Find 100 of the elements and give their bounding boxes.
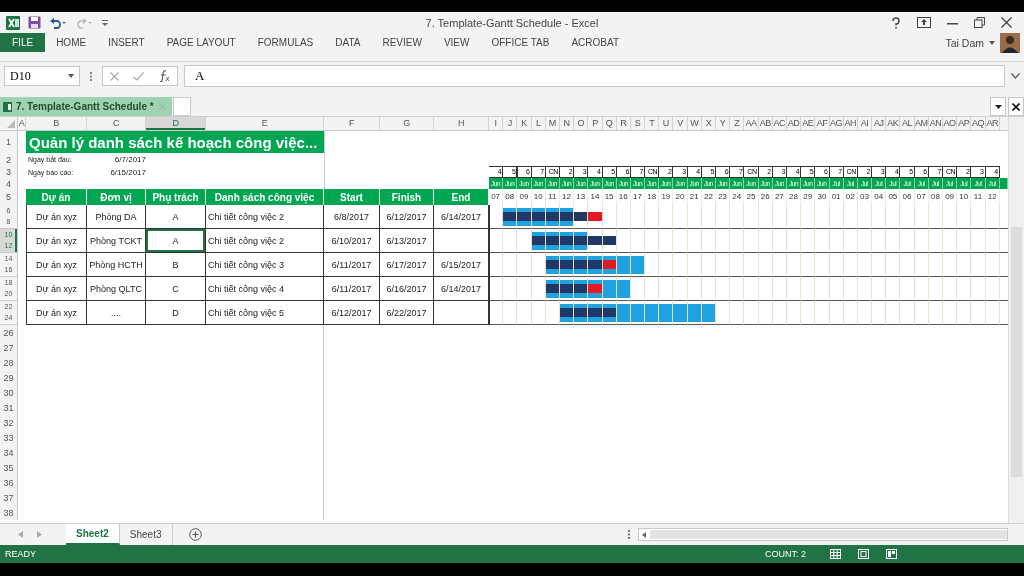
- column-header[interactable]: V: [673, 117, 688, 130]
- row-header[interactable]: 33: [0, 430, 18, 445]
- row-header[interactable]: 31: [0, 400, 18, 415]
- date-cell[interactable]: 6/22/2017: [380, 301, 434, 325]
- help-icon[interactable]: [891, 16, 901, 29]
- row-header[interactable]: 36: [0, 475, 18, 490]
- close-icon[interactable]: [1001, 17, 1012, 28]
- column-header[interactable]: AA: [744, 117, 759, 130]
- column-header[interactable]: AD: [786, 117, 802, 130]
- owner-cell[interactable]: A: [146, 229, 206, 253]
- column-header[interactable]: AM: [914, 117, 929, 130]
- column-header[interactable]: B: [26, 117, 87, 130]
- date-cell[interactable]: 6/12/2017: [380, 205, 434, 229]
- check-icon[interactable]: [133, 71, 145, 81]
- expand-icon[interactable]: [1011, 73, 1020, 79]
- row-header[interactable]: 28: [0, 355, 18, 370]
- ribbon-tab[interactable]: ACROBAT: [560, 33, 631, 52]
- column-header[interactable]: L: [531, 117, 546, 130]
- ribbon-tab[interactable]: REVIEW: [371, 33, 433, 52]
- column-header[interactable]: AN: [928, 117, 943, 130]
- column-header[interactable]: G: [380, 117, 434, 130]
- row-header[interactable]: 3: [0, 166, 18, 178]
- row-header[interactable]: 34: [0, 445, 18, 460]
- column-header[interactable]: AG: [829, 117, 844, 130]
- column-header[interactable]: R: [616, 117, 631, 130]
- user-name[interactable]: Tai Dam: [945, 36, 984, 49]
- column-header[interactable]: O: [574, 117, 589, 130]
- column-header[interactable]: J: [503, 117, 518, 130]
- column-header[interactable]: D: [146, 117, 206, 130]
- row-header[interactable]: 2: [0, 153, 18, 166]
- column-header[interactable]: AO: [943, 117, 958, 130]
- caret-icon[interactable]: [68, 74, 74, 78]
- row-header[interactable]: 26: [0, 325, 18, 340]
- owner-cell[interactable]: A: [146, 205, 206, 229]
- column-header[interactable]: Q: [602, 117, 617, 130]
- column-header[interactable]: N: [559, 117, 575, 130]
- restore-icon[interactable]: [974, 17, 985, 28]
- column-header[interactable]: AK: [886, 117, 901, 130]
- sheet-tab[interactable]: Sheet2: [66, 524, 120, 545]
- column-header[interactable]: Z: [730, 117, 745, 130]
- column-header[interactable]: T: [645, 117, 660, 130]
- excel-icon[interactable]: [6, 15, 20, 30]
- document-tab[interactable]: 7. Template-Gantt Schedule *: [0, 97, 172, 116]
- unit-cell[interactable]: ....: [87, 301, 146, 325]
- owner-cell[interactable]: C: [146, 277, 206, 301]
- normal-view-icon[interactable]: [830, 549, 841, 559]
- task-cell[interactable]: Chi tiết công việc 5: [206, 301, 324, 325]
- column-header[interactable]: M: [545, 117, 560, 130]
- vertical-scrollbar[interactable]: [1008, 117, 1024, 523]
- date-cell[interactable]: 6/17/2017: [380, 253, 434, 277]
- avatar-icon[interactable]: [1000, 32, 1020, 53]
- column-header[interactable]: AE: [801, 117, 816, 130]
- column-header[interactable]: U: [659, 117, 674, 130]
- date-cell[interactable]: 6/16/2017: [380, 277, 434, 301]
- page-break-icon[interactable]: [886, 549, 897, 559]
- owner-cell[interactable]: B: [146, 253, 206, 277]
- name-box[interactable]: D10: [4, 66, 80, 86]
- function-icon[interactable]: [158, 70, 170, 82]
- column-header[interactable]: F: [324, 117, 380, 130]
- close-tab-button[interactable]: [1008, 97, 1024, 116]
- task-cell[interactable]: Chi tiết công việc 2: [206, 229, 324, 253]
- date-cell[interactable]: [434, 301, 489, 325]
- date-cell[interactable]: 6/11/2017: [324, 277, 380, 301]
- ribbon-tab[interactable]: DATA: [324, 33, 372, 52]
- save-icon[interactable]: [28, 16, 41, 29]
- unit-cell[interactable]: Phòng DA: [87, 205, 146, 229]
- column-header[interactable]: AF: [815, 117, 830, 130]
- ribbon-tab[interactable]: HOME: [45, 33, 98, 52]
- date-cell[interactable]: 6/8/2017: [324, 205, 380, 229]
- column-header[interactable]: AP: [957, 117, 972, 130]
- unit-cell[interactable]: Phòng TCKT: [87, 229, 146, 253]
- ribbon-tab[interactable]: VIEW: [432, 33, 481, 52]
- row-header[interactable]: 27: [0, 340, 18, 355]
- scroll-left-icon[interactable]: [642, 531, 646, 538]
- date-cell[interactable]: 6/11/2017: [324, 253, 380, 277]
- ribbon-tab[interactable]: FORMULAS: [246, 33, 325, 52]
- project-cell[interactable]: Dự án xyz: [26, 253, 87, 277]
- customize-icon[interactable]: [101, 18, 109, 27]
- date-cell[interactable]: 6/15/2017: [434, 253, 489, 277]
- undo-icon[interactable]: [49, 16, 67, 29]
- project-cell[interactable]: Dự án xyz: [26, 277, 87, 301]
- row-header[interactable]: 37: [0, 490, 18, 505]
- date-cell[interactable]: 6/14/2017: [434, 277, 489, 301]
- column-header[interactable]: E: [206, 117, 324, 130]
- column-header[interactable]: K: [517, 117, 532, 130]
- row-header[interactable]: 32: [0, 415, 18, 430]
- page-layout-icon[interactable]: [858, 549, 869, 559]
- row-header[interactable]: 5: [0, 189, 18, 205]
- column-header[interactable]: P: [588, 117, 603, 130]
- project-cell[interactable]: Dự án xyz: [26, 301, 87, 325]
- task-cell[interactable]: Chi tiết công việc 3: [206, 253, 324, 277]
- unit-cell[interactable]: Phòng HCTH: [87, 253, 146, 277]
- column-header[interactable]: A: [18, 117, 26, 130]
- column-header[interactable]: I: [489, 117, 504, 130]
- row-header[interactable]: 35: [0, 460, 18, 475]
- project-cell[interactable]: Dự án xyz: [26, 229, 87, 253]
- column-header[interactable]: H: [434, 117, 489, 130]
- ribbon-tab[interactable]: OFFICE TAB: [480, 33, 561, 52]
- horizontal-scrollbar[interactable]: [638, 528, 1008, 541]
- ribbon-tab[interactable]: PAGE LAYOUT: [155, 33, 247, 52]
